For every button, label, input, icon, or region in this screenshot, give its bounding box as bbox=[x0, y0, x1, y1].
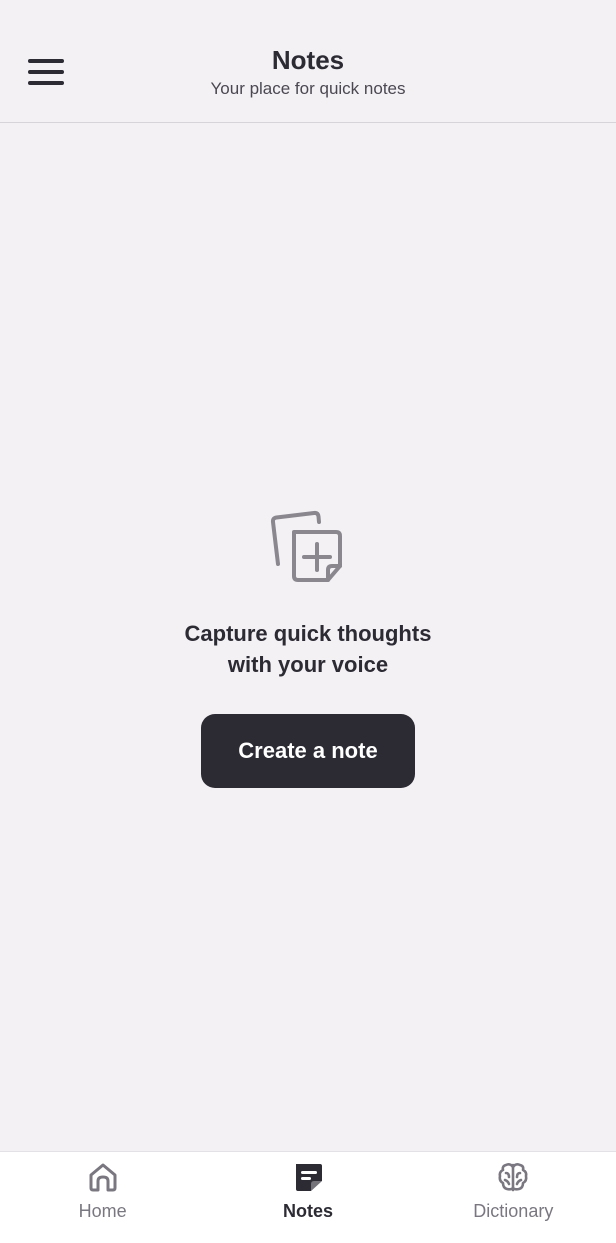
nav-label-notes: Notes bbox=[282, 1201, 333, 1221]
page-title: Notes bbox=[271, 45, 345, 75]
header-titles: Notes Your place for quick notes bbox=[0, 44, 616, 100]
nav-label-dictionary: Dictionary bbox=[473, 1201, 554, 1221]
empty-state: Capture quick thoughts with your voice C… bbox=[0, 510, 616, 788]
home-icon bbox=[89, 1163, 117, 1192]
create-note-button[interactable]: Create a note bbox=[201, 714, 415, 788]
nav-item-notes[interactable]: Notes bbox=[205, 1152, 410, 1243]
brain-icon bbox=[498, 1163, 528, 1192]
add-note-icon bbox=[270, 510, 342, 582]
nav-label-home: Home bbox=[78, 1201, 127, 1221]
nav-item-home[interactable]: Home bbox=[0, 1152, 205, 1243]
bottom-navigation: Home Notes Dictionary bbox=[0, 1151, 616, 1243]
empty-state-line-2: with your voice bbox=[227, 652, 389, 677]
empty-state-message: Capture quick thoughts with your voice bbox=[0, 618, 616, 680]
notes-icon bbox=[295, 1164, 322, 1191]
nav-item-dictionary[interactable]: Dictionary bbox=[411, 1152, 616, 1243]
page-subtitle: Your place for quick notes bbox=[210, 79, 406, 98]
top-app-bar: Notes Your place for quick notes bbox=[0, 0, 616, 123]
empty-state-line-1: Capture quick thoughts bbox=[184, 621, 432, 646]
app-root: Notes Your place for quick notes Capture… bbox=[0, 0, 616, 1243]
